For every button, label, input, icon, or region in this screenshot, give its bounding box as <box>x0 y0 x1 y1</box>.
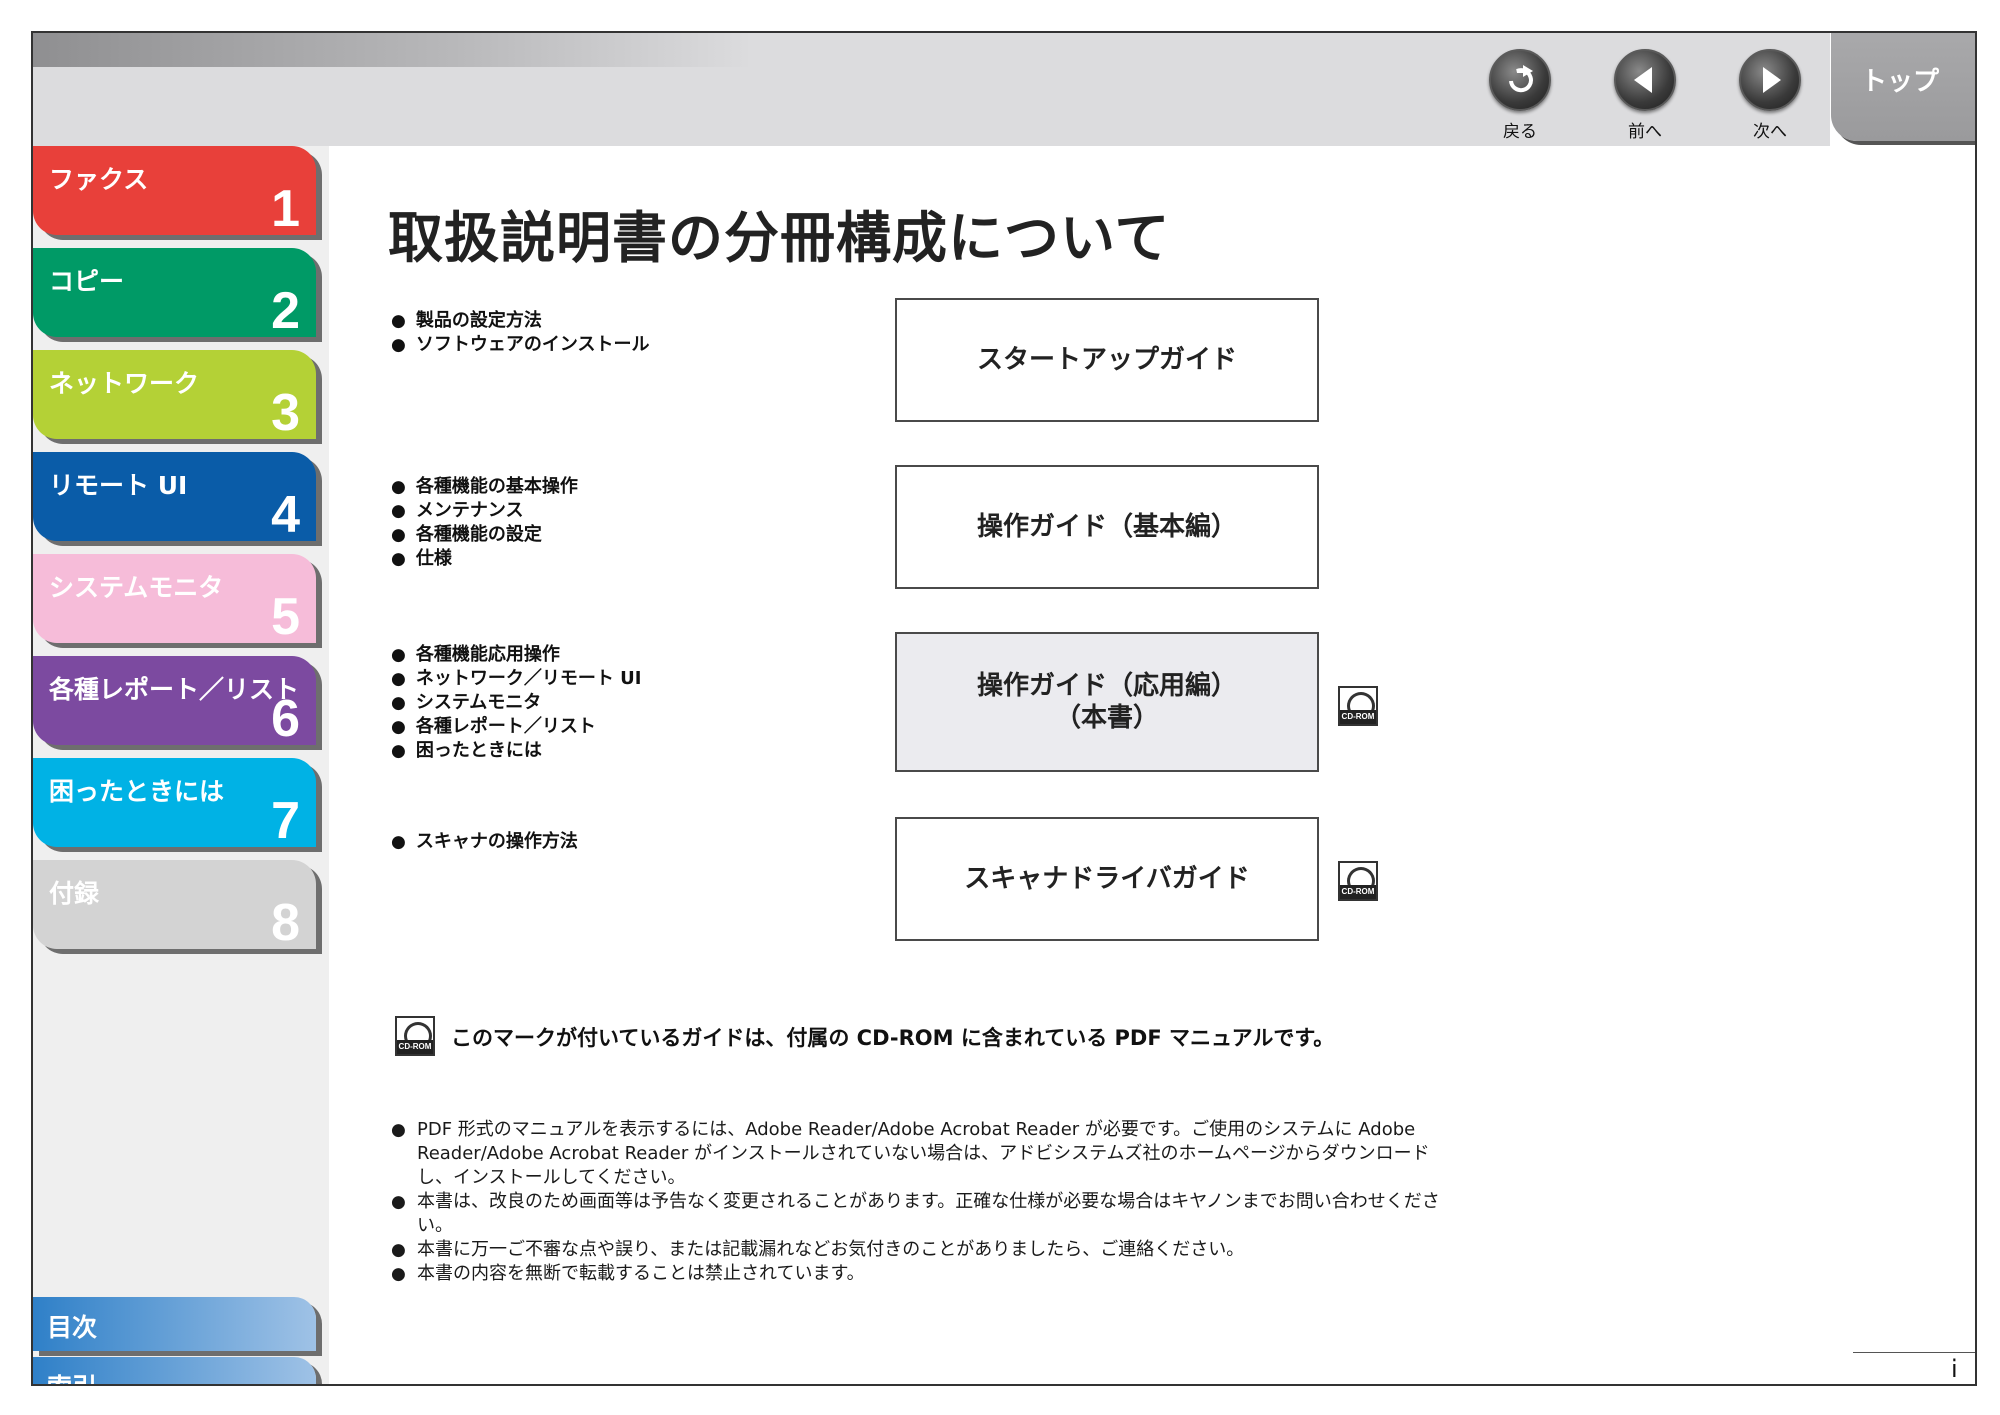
chapter-number: 1 <box>271 180 300 238</box>
chapter-tab-troubleshooting[interactable]: 困ったときには 7 <box>33 758 316 850</box>
guide-box-startup[interactable]: スタートアップガイド <box>895 298 1319 422</box>
sidebar: ファクス 1 コピー 2 ネットワーク 3 リモート UI 4 システムモニタ … <box>33 146 329 1384</box>
next-button[interactable]: 次へ <box>1730 49 1810 142</box>
chapter-number: 6 <box>271 690 300 748</box>
list-item: 本書に万一ご不審な点や誤り、または記載漏れなどお気付きのことがありましたら、ご連… <box>391 1238 1441 1262</box>
guide-subtitle: （本書） <box>1054 703 1159 733</box>
prev-triangle-icon <box>1614 49 1676 111</box>
list-item: 各種機能応用操作 <box>391 643 641 667</box>
list-item: 本書は、改良のため画面等は予告なく変更されることがあります。正確な仕様が必要な場… <box>391 1190 1441 1238</box>
list-item: メンテナンス <box>391 499 578 523</box>
feature-list: 製品の設定方法 ソフトウェアのインストール <box>391 309 650 357</box>
chapter-label: ファクス <box>49 165 149 194</box>
list-item: 本書の内容を無断で転載することは禁止されています。 <box>391 1262 1441 1286</box>
chapter-number: 8 <box>271 894 300 952</box>
index-label: 索引 <box>47 1368 97 1384</box>
chapter-tab-remote-ui[interactable]: リモート UI 4 <box>33 452 316 544</box>
back-button[interactable]: 戻る <box>1480 49 1560 142</box>
chapter-label: ネットワーク <box>49 369 200 398</box>
chapter-label: 各種レポート／リスト <box>49 675 300 704</box>
chapter-number: 2 <box>271 282 300 340</box>
chapter-number: 4 <box>271 486 300 544</box>
prev-button[interactable]: 前へ <box>1605 49 1685 142</box>
list-item: ネットワーク／リモート UI <box>391 667 642 691</box>
guide-title: スタートアップガイド <box>976 345 1237 375</box>
feature-list: 各種機能の基本操作 メンテナンス 各種機能の設定 仕様 <box>391 475 578 571</box>
list-item: 困ったときには <box>391 739 641 763</box>
chapter-label: リモート UI <box>49 471 188 500</box>
guide-title: 操作ガイド（応用編） <box>976 671 1237 701</box>
list-item: 製品の設定方法 <box>391 309 649 333</box>
feature-list: スキャナの操作方法 <box>391 830 578 854</box>
list-item: 各種機能の設定 <box>391 523 578 547</box>
chapter-label: システムモニタ <box>49 573 224 602</box>
list-item: 仕様 <box>391 547 578 571</box>
guide-box-advanced[interactable]: 操作ガイド（応用編） （本書） <box>895 632 1319 772</box>
list-item: 各種機能の基本操作 <box>391 475 578 499</box>
index-button[interactable]: 索引 <box>33 1357 316 1384</box>
guide-title: 操作ガイド（基本編） <box>976 512 1237 542</box>
page-frame: 戻る 前へ 次へ トップ ファクス 1 コピー 2 ネットワーク 3 リモート … <box>31 31 1977 1386</box>
chapter-tab-copy[interactable]: コピー 2 <box>33 248 316 340</box>
page-title: 取扱説明書の分冊構成について <box>388 206 1171 270</box>
feature-list: 各種機能応用操作 ネットワーク／リモート UI システムモニタ 各種レポート／リ… <box>391 643 642 763</box>
chapter-tab-appendix[interactable]: 付録 8 <box>33 860 316 952</box>
back-arrow-icon <box>1489 49 1551 111</box>
chapter-tab-system-monitor[interactable]: システムモニタ 5 <box>33 554 316 646</box>
page-number-rule <box>1853 1352 1975 1353</box>
chapter-label: 付録 <box>49 879 100 908</box>
chapter-tab-reports[interactable]: 各種レポート／リスト 6 <box>33 656 316 748</box>
chapter-number: 3 <box>271 384 300 442</box>
contents-label: 目次 <box>47 1313 98 1342</box>
list-item: スキャナの操作方法 <box>391 830 578 854</box>
chapter-number: 7 <box>271 792 300 850</box>
next-triangle-icon <box>1739 49 1801 111</box>
top-tab-button[interactable]: トップ <box>1831 33 1975 141</box>
top-bar-lower <box>33 67 1830 146</box>
cd-rom-note: このマークが付いているガイドは、付属の CD-ROM に含まれている PDF マ… <box>451 1026 1335 1050</box>
page-number: i <box>1951 1355 1958 1383</box>
chapter-tab-network[interactable]: ネットワーク 3 <box>33 350 316 442</box>
list-item: ソフトウェアのインストール <box>391 333 650 357</box>
prev-label: 前へ <box>1628 122 1662 142</box>
guide-box-basic[interactable]: 操作ガイド（基本編） <box>895 465 1319 589</box>
list-item: システムモニタ <box>391 691 641 715</box>
notes-list: PDF 形式のマニュアルを表示するには、Adobe Reader/Adobe A… <box>391 1118 1441 1286</box>
cd-rom-icon: CD-ROM <box>1338 861 1378 901</box>
guide-box-scanner[interactable]: スキャナドライバガイド <box>895 817 1319 941</box>
list-item: PDF 形式のマニュアルを表示するには、Adobe Reader/Adobe A… <box>391 1118 1441 1190</box>
guide-title: スキャナドライバガイド <box>964 864 1250 894</box>
chapter-label: コピー <box>49 267 125 296</box>
contents-button[interactable]: 目次 <box>33 1297 316 1351</box>
list-item: 各種レポート／リスト <box>391 715 641 739</box>
back-label: 戻る <box>1503 122 1537 142</box>
chapter-number: 5 <box>271 588 300 646</box>
top-tab-label: トップ <box>1861 67 1940 97</box>
chapter-tab-fax[interactable]: ファクス 1 <box>33 146 316 238</box>
cd-rom-icon: CD-ROM <box>395 1016 435 1056</box>
chapter-label: 困ったときには <box>49 777 225 806</box>
next-label: 次へ <box>1753 122 1787 142</box>
cd-rom-icon: CD-ROM <box>1338 686 1378 726</box>
